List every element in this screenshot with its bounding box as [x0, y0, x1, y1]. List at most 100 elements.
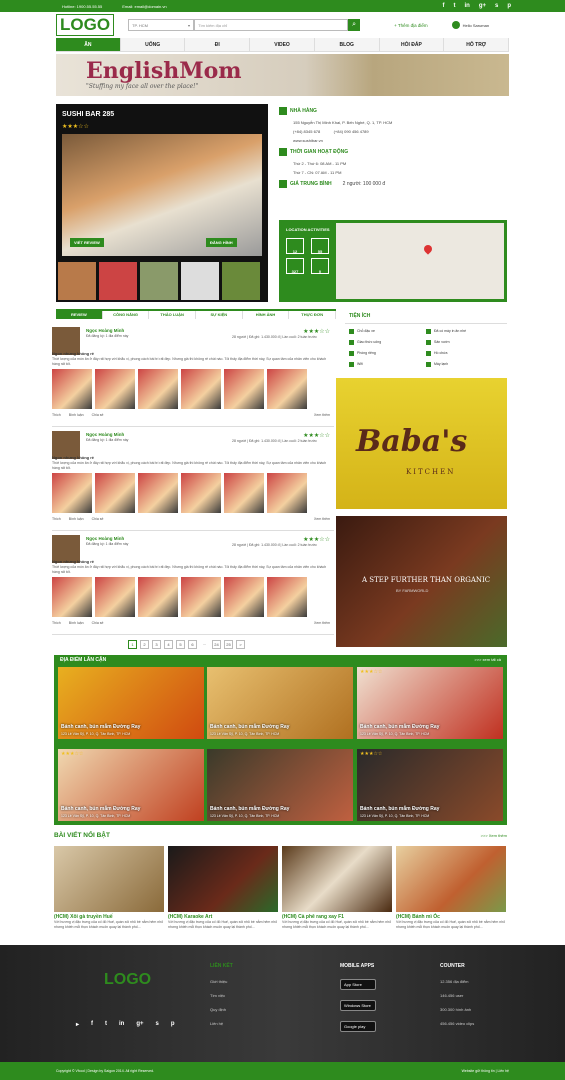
- search-button[interactable]: ⌕: [348, 19, 361, 31]
- pinterest-icon[interactable]: p: [507, 3, 511, 9]
- footer-logo[interactable]: LOGO: [104, 971, 151, 989]
- reviewer-name[interactable]: Ngọc Hoàng Minh: [86, 328, 124, 333]
- review-photo[interactable]: [224, 473, 264, 513]
- share-button[interactable]: Chia sẻ: [92, 517, 104, 521]
- review-photo[interactable]: [267, 369, 307, 409]
- nearby-card[interactable]: Bánh canh, bún mắm Đường Ray 123 Lê Văn S…: [58, 667, 204, 739]
- read-more-link[interactable]: Xem thêm: [314, 517, 330, 521]
- search-input[interactable]: Tìm kiếm địa chỉ: [194, 19, 349, 31]
- add-place-button[interactable]: + Thêm địa điểm: [394, 23, 428, 28]
- review-photo[interactable]: [52, 473, 92, 513]
- facebook-icon[interactable]: f: [442, 3, 444, 9]
- photo-count[interactable]: 327: [286, 258, 304, 274]
- review-photo[interactable]: [224, 369, 264, 409]
- linkedin-icon[interactable]: in: [464, 3, 469, 9]
- comment-button[interactable]: Bình luận: [69, 621, 84, 625]
- review-photo[interactable]: [181, 577, 221, 617]
- nearby-see-all[interactable]: >>> xem tất cả: [474, 657, 501, 662]
- featured-image[interactable]: [282, 846, 392, 912]
- read-more-link[interactable]: Xem thêm: [314, 621, 330, 625]
- review-photo[interactable]: [95, 577, 135, 617]
- nav-hoi-dap[interactable]: HỎI ĐÁP: [380, 38, 445, 51]
- nav-ho-tro[interactable]: HỖ TRỢ: [444, 38, 510, 51]
- tab-thuc-don[interactable]: THỰC ĐƠN: [289, 311, 337, 319]
- comment-button[interactable]: Bình luận: [69, 517, 84, 521]
- google-plus-icon[interactable]: g+: [136, 1021, 143, 1028]
- pinterest-icon[interactable]: p: [171, 1021, 175, 1028]
- featured-see-more[interactable]: >>> Xem thêm: [481, 833, 507, 838]
- review-photo[interactable]: [52, 577, 92, 617]
- thumbnail[interactable]: [140, 262, 178, 300]
- comment-button[interactable]: Bình luận: [69, 413, 84, 417]
- review-photo[interactable]: [181, 369, 221, 409]
- site-logo[interactable]: LOGO: [56, 14, 115, 36]
- bottom-links[interactable]: Website gửi thông tin | Liên hệ: [462, 1069, 509, 1073]
- city-select[interactable]: TP. HCM ▾: [128, 19, 195, 31]
- checkin-count[interactable]: 12: [286, 238, 304, 254]
- windows-store-button[interactable]: Windows Store: [340, 1000, 376, 1011]
- skype-icon[interactable]: s: [156, 1021, 159, 1028]
- featured-image[interactable]: [396, 846, 506, 912]
- tab-review[interactable]: REVIEW: [56, 311, 103, 319]
- ad-babas-kitchen[interactable]: Baba's KITCHEN: [336, 378, 507, 509]
- review-photo[interactable]: [138, 577, 178, 617]
- tab-su-kien[interactable]: SỰ KIỆN: [196, 311, 243, 319]
- next-page-button[interactable]: >: [236, 640, 245, 649]
- page-6[interactable]: 6: [188, 640, 197, 649]
- review-photo[interactable]: [224, 577, 264, 617]
- twitter-icon[interactable]: t: [105, 1021, 107, 1028]
- tab-cong-nang[interactable]: CÔNG NĂNG: [103, 311, 150, 319]
- like-button[interactable]: Thích: [52, 517, 61, 521]
- page-1[interactable]: 1: [128, 640, 137, 649]
- footer-link[interactable]: Giới thiệu: [210, 979, 233, 984]
- upload-photo-button[interactable]: ĐĂNG HÌNH: [206, 238, 237, 247]
- like-button[interactable]: Thích: [52, 413, 61, 417]
- like-button[interactable]: Thích: [52, 621, 61, 625]
- nav-di[interactable]: ĐI: [185, 38, 251, 51]
- share-button[interactable]: Chia sẻ: [92, 621, 104, 625]
- thumbnail[interactable]: [99, 262, 137, 300]
- nav-blog[interactable]: BLOG: [315, 38, 380, 51]
- ad-banner[interactable]: EnglishMom "Stuffing my face all over th…: [56, 54, 509, 96]
- app-store-button[interactable]: App Store: [340, 979, 376, 990]
- tab-hinh-anh[interactable]: HÌNH ẢNH: [243, 311, 290, 319]
- play-icon[interactable]: ▸: [76, 1021, 79, 1028]
- skype-icon[interactable]: s: [495, 3, 498, 9]
- featured-card[interactable]: (HCM) Bánh mì Óc Với hương vị đặc trưng c…: [396, 846, 506, 929]
- review-photo[interactable]: [95, 369, 135, 409]
- facebook-icon[interactable]: f: [91, 1021, 93, 1028]
- twitter-icon[interactable]: t: [453, 3, 455, 9]
- page-5[interactable]: 5: [176, 640, 185, 649]
- footer-link[interactable]: Quy định: [210, 1007, 233, 1012]
- location-map[interactable]: [336, 223, 504, 299]
- nav-uong[interactable]: UỐNG: [121, 38, 186, 51]
- nearby-card[interactable]: ★★★☆☆ Bánh canh, bún mắm Đường Ray 123 Lê …: [58, 749, 204, 821]
- page-2[interactable]: 2: [140, 640, 149, 649]
- featured-image[interactable]: [54, 846, 164, 912]
- share-button[interactable]: Chia sẻ: [92, 413, 104, 417]
- footer-link[interactable]: Tìm việc: [210, 993, 233, 998]
- reviewer-name[interactable]: Ngọc Hoàng Minh: [86, 432, 124, 437]
- nearby-card[interactable]: Bánh canh, bún mắm Đường Ray 123 Lê Văn S…: [207, 667, 353, 739]
- thumbnail[interactable]: [181, 262, 219, 300]
- review-photo[interactable]: [267, 473, 307, 513]
- featured-card[interactable]: (HCM) Xôi gà truyền Huế Với hương vị đặc …: [54, 846, 164, 929]
- review-photo[interactable]: [267, 577, 307, 617]
- page-3[interactable]: 3: [152, 640, 161, 649]
- ad-organic[interactable]: A STEP FURTHER THAN ORGANIC BY FARMWORLD: [336, 516, 507, 647]
- read-more-link[interactable]: Xem thêm: [314, 413, 330, 417]
- nav-an[interactable]: ĂN: [56, 38, 121, 51]
- like-count[interactable]: 55: [311, 238, 329, 254]
- page-4[interactable]: 4: [164, 640, 173, 649]
- featured-card[interactable]: (HCM) Cà phê rang xay F1 Với hương vị đặc…: [282, 846, 392, 929]
- thumbnail[interactable]: [222, 262, 260, 300]
- user-menu[interactable]: Hello Saruman: [451, 21, 489, 29]
- featured-image[interactable]: [168, 846, 278, 912]
- nav-video[interactable]: VIDEO: [250, 38, 315, 51]
- review-photo[interactable]: [138, 369, 178, 409]
- tab-thao-luan[interactable]: THẢO LUẬN: [149, 311, 197, 319]
- nearby-card[interactable]: Bánh canh, bún mắm Đường Ray 123 Lê Văn S…: [207, 749, 353, 821]
- reviewer-name[interactable]: Ngọc Hoàng Minh: [86, 536, 124, 541]
- review-photo[interactable]: [95, 473, 135, 513]
- nearby-card[interactable]: ★★★☆☆ Bánh canh, bún mắm Đường Ray 123 Lê …: [357, 667, 503, 739]
